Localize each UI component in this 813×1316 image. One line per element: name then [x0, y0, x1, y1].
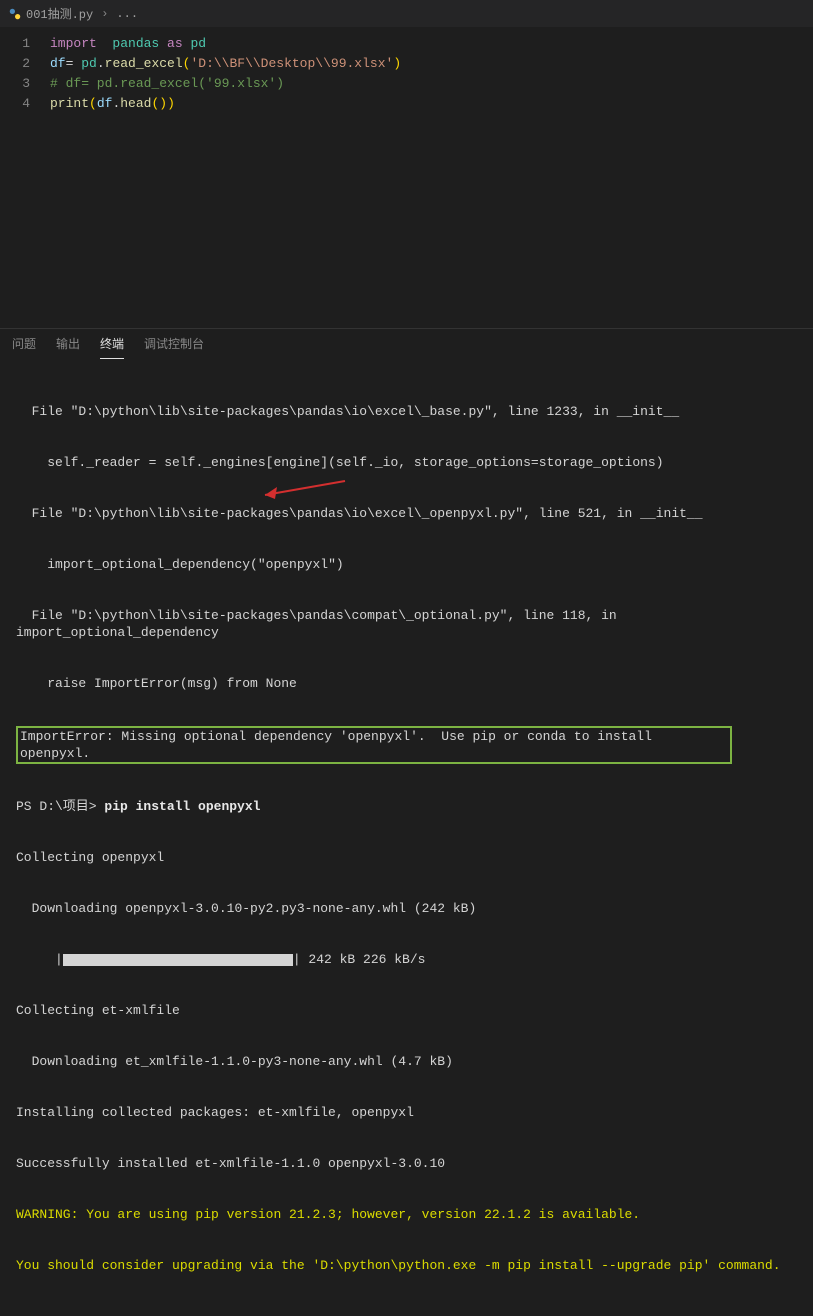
- tab-problems[interactable]: 问题: [12, 335, 36, 359]
- tab-terminal[interactable]: 终端: [100, 335, 124, 359]
- traceback-line: self._reader = self._engines[engine](sel…: [16, 454, 797, 471]
- pip-output: Downloading et_xmlfile-1.1.0-py3-none-an…: [16, 1053, 797, 1070]
- code-content: print(df.head()): [50, 94, 175, 114]
- code-line[interactable]: 1import pandas as pd: [0, 34, 813, 54]
- line-number: 1: [0, 34, 50, 54]
- line-number: 3: [0, 74, 50, 94]
- pip-output: Installing collected packages: et-xmlfil…: [16, 1104, 797, 1121]
- code-content: # df= pd.read_excel('99.xlsx'): [50, 74, 284, 94]
- pip-output: Successfully installed et-xmlfile-1.1.0 …: [16, 1155, 797, 1172]
- traceback-line: raise ImportError(msg) from None: [16, 675, 797, 692]
- code-editor[interactable]: 1import pandas as pd2df= pd.read_excel('…: [0, 28, 813, 328]
- progress-bar: [63, 954, 293, 966]
- line-number: 4: [0, 94, 50, 114]
- pip-output: Downloading openpyxl-3.0.10-py2.py3-none…: [16, 900, 797, 917]
- breadcrumb-ellipsis: ...: [116, 7, 138, 21]
- code-line[interactable]: 4print(df.head()): [0, 94, 813, 114]
- code-line[interactable]: 3# df= pd.read_excel('99.xlsx'): [0, 74, 813, 94]
- code-content: import pandas as pd: [50, 34, 206, 54]
- pip-warning: You should consider upgrading via the 'D…: [16, 1257, 797, 1274]
- tab-debug-console[interactable]: 调试控制台: [144, 335, 204, 359]
- command-text: pip install openpyxl: [104, 799, 260, 814]
- breadcrumb-bar: 001抽测.py › ...: [0, 0, 813, 28]
- line-number: 2: [0, 54, 50, 74]
- annotation-arrow-icon: [255, 477, 355, 507]
- panel-tabs: 问题 输出 终端 调试控制台: [0, 329, 813, 359]
- code-line[interactable]: 2df= pd.read_excel('D:\\BF\\Desktop\\99.…: [0, 54, 813, 74]
- pip-output: Collecting openpyxl: [16, 849, 797, 866]
- pip-output: Collecting et-xmlfile: [16, 1002, 797, 1019]
- breadcrumb-separator: ›: [101, 7, 108, 21]
- import-error-line: ImportError: Missing optional dependency…: [16, 726, 797, 764]
- progress-text: | 242 kB 226 kB/s: [293, 952, 426, 967]
- code-content: df= pd.read_excel('D:\\BF\\Desktop\\99.x…: [50, 54, 401, 74]
- progress-line: || 242 kB 226 kB/s: [16, 951, 797, 968]
- traceback-line: File "D:\python\lib\site-packages\pandas…: [16, 403, 797, 420]
- traceback-line: File "D:\python\lib\site-packages\pandas…: [16, 505, 797, 522]
- prompt-line: PS D:\项目> pip install openpyxl: [16, 798, 797, 815]
- tab-output[interactable]: 输出: [56, 335, 80, 359]
- traceback-line: File "D:\python\lib\site-packages\pandas…: [16, 607, 797, 641]
- pip-warning: WARNING: You are using pip version 21.2.…: [16, 1206, 797, 1223]
- bottom-panel: 问题 输出 终端 调试控制台 File "D:\python\lib\site-…: [0, 328, 813, 1316]
- terminal-output[interactable]: File "D:\python\lib\site-packages\pandas…: [0, 359, 813, 1316]
- breadcrumb-filename: 001抽测.py: [26, 5, 93, 22]
- traceback-line: import_optional_dependency("openpyxl"): [16, 556, 797, 573]
- prompt-path: PS D:\项目>: [16, 799, 104, 814]
- breadcrumb[interactable]: 001抽测.py › ...: [8, 5, 138, 22]
- highlighted-error: ImportError: Missing optional dependency…: [16, 726, 732, 764]
- python-file-icon: [8, 7, 22, 21]
